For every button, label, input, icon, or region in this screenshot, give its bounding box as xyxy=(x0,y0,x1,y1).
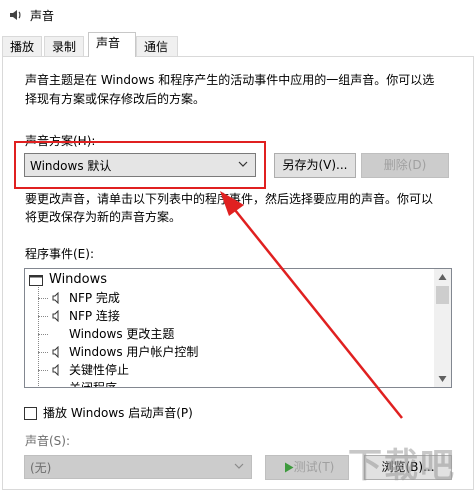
sound-select-value: (无) xyxy=(30,461,52,475)
tab-communications[interactable]: 通信 xyxy=(136,36,178,56)
test-button[interactable]: 测试(T) xyxy=(265,455,349,480)
startup-sound-checkbox[interactable] xyxy=(24,407,37,420)
sound-select[interactable]: (无) xyxy=(24,455,252,479)
play-icon xyxy=(285,462,294,473)
window-icon xyxy=(29,275,43,286)
program-events-list[interactable]: Windows NFP 完成 NFP 连接 Windows 更改主题 Windo… xyxy=(24,268,452,388)
list-scrollbar[interactable] xyxy=(434,269,451,387)
tab-recording[interactable]: 录制 xyxy=(44,36,84,56)
title-bar: 声音 xyxy=(0,0,476,30)
instruction-line-2: 将更改保存为新的声音方案。 xyxy=(25,210,182,224)
scroll-down-icon[interactable] xyxy=(438,375,447,383)
description-line-1: 声音主题是在 Windows 和程序产生的活动事件中应用的一组声音。你可以选 xyxy=(25,73,435,87)
description-line-2: 择现有方案或保存修改后的方案。 xyxy=(25,92,206,106)
watermark-logo: 下载吧 xyxy=(348,446,456,486)
highlight-box xyxy=(14,141,266,189)
delete-button[interactable]: 删除(D) xyxy=(361,153,449,178)
chevron-down-icon xyxy=(234,463,244,469)
speaker-icon xyxy=(52,346,59,358)
events-label: 程序事件(E): xyxy=(25,247,94,261)
sound-label: 声音(S): xyxy=(25,434,71,448)
speaker-icon xyxy=(52,310,59,322)
speaker-icon xyxy=(10,10,21,20)
instruction-line-1: 要更改声音，请单击以下列表中的程序事件，然后选择要应用的声音。你可以 xyxy=(25,192,434,206)
speaker-icon xyxy=(52,364,59,376)
speaker-icon xyxy=(52,292,59,304)
tab-sounds[interactable]: 声音 xyxy=(88,32,136,57)
tab-playback[interactable]: 播放 xyxy=(2,36,42,56)
scroll-up-icon[interactable] xyxy=(438,273,447,281)
tab-strip: 播放 录制 声音 通信 xyxy=(0,30,476,57)
save-as-button[interactable]: 另存为(V)... xyxy=(274,153,356,178)
startup-sound-label: 播放 Windows 启动声音(P) xyxy=(43,406,193,420)
scroll-thumb[interactable] xyxy=(436,286,449,304)
window-title: 声音 xyxy=(30,9,55,23)
